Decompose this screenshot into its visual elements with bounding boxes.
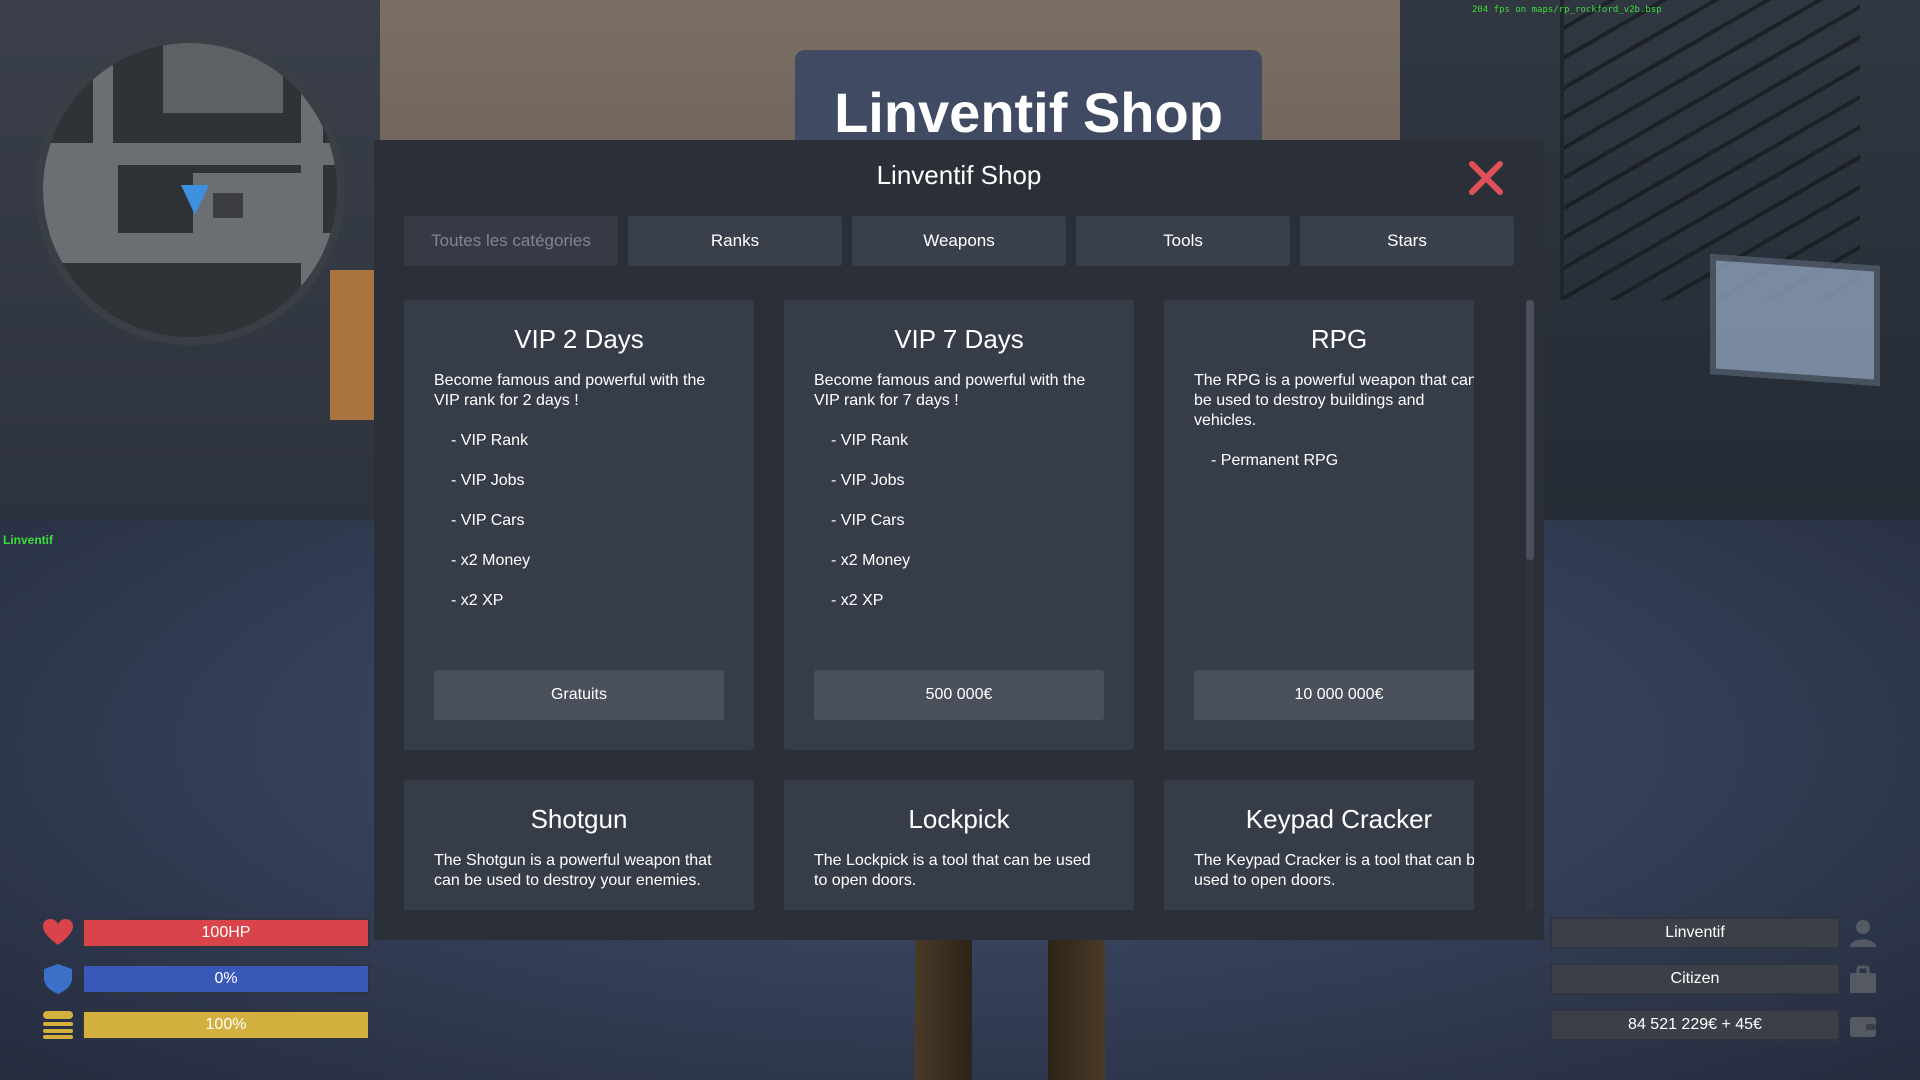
armor-bar: 0% <box>82 964 370 994</box>
item-features: - VIP Rank - VIP Jobs - VIP Cars - x2 Mo… <box>434 421 724 621</box>
item-description: The RPG is a powerful weapon that can be… <box>1194 372 1474 429</box>
shop-item-card: VIP 7 Days Become famous and powerful wi… <box>784 300 1134 750</box>
wallet-icon <box>1846 1009 1880 1041</box>
item-feature: - VIP Rank <box>831 432 909 449</box>
category-tabs: Toutes les catégories Ranks Weapons Tool… <box>404 216 1514 266</box>
tab-tools[interactable]: Tools <box>1076 216 1290 266</box>
tab-ranks[interactable]: Ranks <box>628 216 842 266</box>
job-display: Citizen <box>1550 963 1840 995</box>
shop-item-card: VIP 2 Days Become famous and powerful wi… <box>404 300 754 750</box>
minimap-road <box>301 83 323 313</box>
tab-weapons[interactable]: Weapons <box>852 216 1066 266</box>
item-features: - VIP Rank - VIP Jobs - VIP Cars - x2 Mo… <box>814 421 1104 621</box>
item-description: The Keypad Cracker is a tool that can be… <box>1194 852 1474 889</box>
player-info-hud: Linventif Citizen 84 521 229€ + 45€ <box>1550 910 1880 1048</box>
money-row: 84 521 229€ + 45€ <box>1550 1002 1880 1048</box>
building-window <box>1710 254 1880 386</box>
item-feature: - VIP Rank <box>451 432 529 449</box>
item-name: VIP 7 Days <box>894 324 1024 354</box>
item-feature: - x2 XP <box>831 592 884 609</box>
item-description: Become famous and powerful with the VIP … <box>434 372 706 409</box>
armor-row: 0% <box>40 956 370 1002</box>
close-button[interactable] <box>1468 160 1504 196</box>
minimap-road <box>43 163 118 243</box>
money-display: 84 521 229€ + 45€ <box>1550 1009 1840 1041</box>
minimap-road <box>93 43 113 153</box>
scrollbar-thumb[interactable] <box>1526 300 1534 560</box>
health-row: 100HP <box>40 910 370 956</box>
item-feature: - VIP Jobs <box>451 472 525 489</box>
tab-stars[interactable]: Stars <box>1300 216 1514 266</box>
item-name: Lockpick <box>908 804 1010 834</box>
shop-item-card: Lockpick The Lockpick is a tool that can… <box>784 780 1134 910</box>
minimap <box>35 35 345 345</box>
item-description: Become famous and powerful with the VIP … <box>814 372 1086 409</box>
hunger-row: 100% <box>40 1002 370 1048</box>
fps-counter: 204 fps on maps/rp_rockford_v2b.bsp <box>1472 5 1662 15</box>
player-name-display: Linventif <box>1550 917 1840 949</box>
item-description: The Lockpick is a tool that can be used … <box>814 852 1091 889</box>
buy-button[interactable]: 500 000€ <box>814 670 1104 720</box>
buy-button[interactable]: 10 000 000€ <box>1194 670 1474 720</box>
item-name: VIP 2 Days <box>514 324 644 354</box>
player-name-tag: Linventif <box>3 533 53 547</box>
status-hud: 100HP 0% 100% <box>40 910 370 1048</box>
minimap-road <box>43 143 337 165</box>
person-icon <box>1846 917 1880 949</box>
shop-title: Linventif Shop <box>876 160 1042 190</box>
scrollbar[interactable] <box>1526 300 1534 910</box>
health-bar: 100HP <box>82 918 370 948</box>
shop-panel: Linventif Shop Toutes les catégories Ran… <box>374 140 1544 940</box>
buy-button[interactable]: Gratuits <box>434 670 724 720</box>
item-feature: - VIP Cars <box>831 512 905 529</box>
name-row: Linventif <box>1550 910 1880 956</box>
tab-all-categories[interactable]: Toutes les catégories <box>404 216 618 266</box>
item-feature: - Permanent RPG <box>1211 452 1339 469</box>
item-feature: - x2 XP <box>451 592 504 609</box>
item-name: Shotgun <box>530 804 628 834</box>
minimap-road <box>193 173 303 233</box>
lit-doorway <box>330 270 380 420</box>
shop-item-card: RPG The RPG is a powerful weapon that ca… <box>1164 300 1474 750</box>
item-description: The Shotgun is a powerful weapon that ca… <box>434 852 712 889</box>
item-feature: - x2 Money <box>451 552 531 569</box>
briefcase-icon <box>1846 963 1880 995</box>
item-name: RPG <box>1310 324 1368 354</box>
close-icon <box>1469 161 1503 195</box>
heart-icon <box>40 917 76 949</box>
item-feature: - x2 Money <box>831 552 911 569</box>
shop-item-card: Keypad Cracker The Keypad Cracker is a t… <box>1164 780 1474 910</box>
item-name: Keypad Cracker <box>1245 804 1433 834</box>
shop-item-card: Shotgun The Shotgun is a powerful weapon… <box>404 780 754 910</box>
item-feature: - VIP Jobs <box>831 472 905 489</box>
job-row: Citizen <box>1550 956 1880 1002</box>
burger-icon <box>40 1009 76 1041</box>
hunger-bar: 100% <box>82 1010 370 1040</box>
banner-title: Linventif Shop <box>834 81 1223 144</box>
item-feature: - VIP Cars <box>451 512 525 529</box>
shop-items-grid: VIP 2 Days Become famous and powerful wi… <box>404 300 1474 910</box>
player-position-marker <box>181 185 209 215</box>
item-features: - Permanent RPG <box>1194 441 1474 481</box>
shield-icon <box>40 963 76 995</box>
